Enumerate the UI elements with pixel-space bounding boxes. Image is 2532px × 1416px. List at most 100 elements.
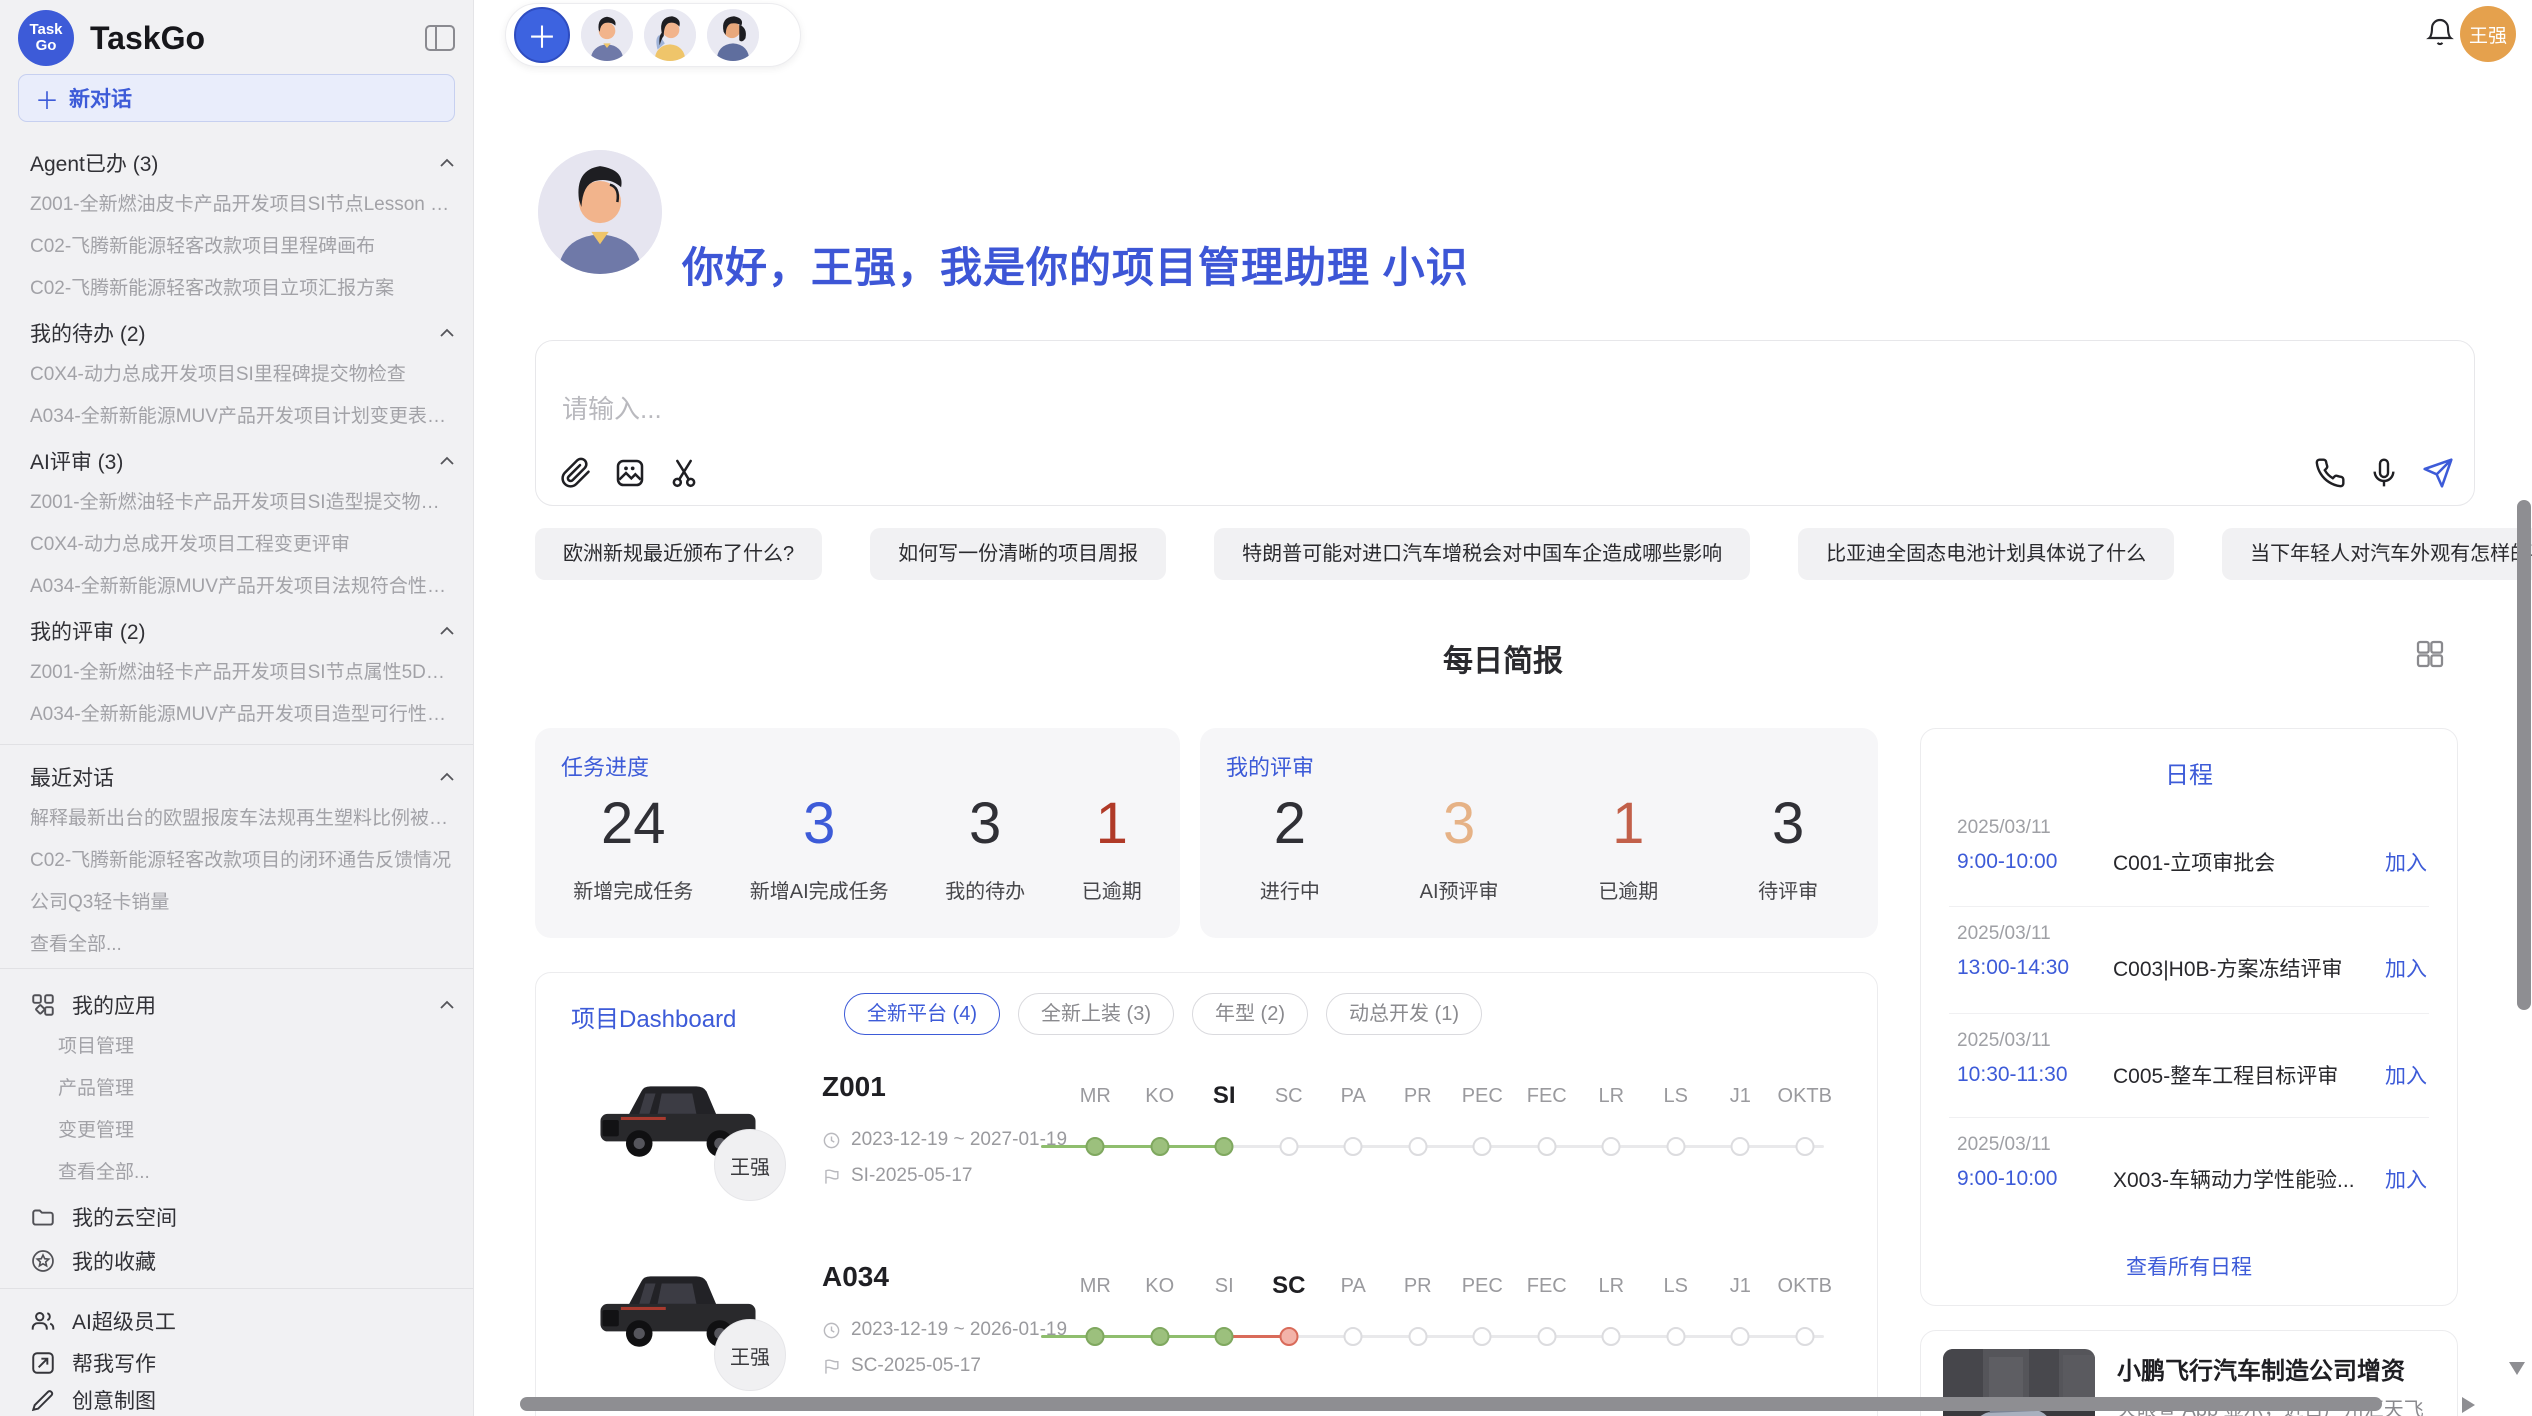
agent-avatar-3[interactable] [707,9,759,61]
filter-chip[interactable]: 年型 (2) [1192,993,1308,1035]
collapse-panel-icon[interactable] [425,25,455,51]
join-link[interactable]: 加入 [2385,847,2427,877]
sidebar-item[interactable]: Z001-全新燃油轻卡产品开发项目SI造型提交物评审 [30,482,455,524]
daily-briefing-title: 每日简报 [474,636,2532,680]
help-write-label: 帮我写作 [72,1348,156,1378]
sidebar-item[interactable]: A034-全新新能源MUV产品开发项目计划变更表编写 [30,396,455,438]
project-row-a034[interactable]: 王强 A034 2023-12-19 ~ 2026-01-19 SC-2025-… [536,1235,1877,1416]
sidebar-item[interactable]: C0X4-动力总成开发项目SI里程碑提交物检查 [30,354,455,396]
sidebar-item[interactable]: C0X4-动力总成开发项目工程变更评审 [30,524,455,566]
image-icon[interactable] [614,457,646,489]
horizontal-scrollbar-thumb[interactable] [520,1397,2382,1411]
recent-chat-item[interactable]: 解释最新出台的欧盟报废车法规再生塑料比例被调至15%... [30,798,455,840]
milestone-label: SC [1257,1079,1322,1113]
section-header-my-todo[interactable]: 我的待办 (2) [30,312,455,354]
section-title: AI评审 (3) [30,446,123,476]
project-row-z001[interactable]: 王强 Z001 2023-12-19 ~ 2027-01-19 SI-2025-… [536,1045,1877,1233]
assistant-avatar [538,150,662,274]
suggestion-chip[interactable]: 如何写一份清晰的项目周报 [870,528,1166,580]
sidebar-item-ai-staff[interactable]: AI超级员工 [30,1300,455,1342]
stat-value: 3 [1420,790,1499,857]
recent-chat-item[interactable]: C02-飞腾新能源轻客改款项目的闭环通告反馈情况 [30,840,455,882]
sidebar-item-my-apps[interactable]: 我的应用 [30,984,455,1026]
section-header-ai-review[interactable]: AI评审 (3) [30,440,455,482]
milestone-dot-done [1215,1137,1234,1156]
new-chat-button[interactable]: ＋ 新对话 [18,74,455,122]
bell-icon[interactable] [2424,16,2456,48]
stat-label: 已逾期 [1082,875,1142,904]
schedule-date: 2025/03/11 [1957,1134,2051,1156]
suggestion-chip[interactable]: 比亚迪全固态电池计划具体说了什么 [1798,528,2174,580]
apps-view-all[interactable]: 查看全部... [58,1152,455,1194]
stat-value: 3 [1758,790,1818,857]
user-avatar[interactable]: 王强 [2460,6,2516,62]
scroll-right-arrow[interactable] [2462,1397,2475,1413]
join-link[interactable]: 加入 [2385,1164,2427,1194]
section-title: 我的待办 (2) [30,318,146,348]
suggestion-chip[interactable]: 欧洲新规最近颁布了什么? [535,528,822,580]
sidebar-item-help-write[interactable]: 帮我写作 [30,1342,455,1384]
project-dates-text: 2023-12-19 ~ 2027-01-19 [851,1129,1067,1151]
section-header-agent-done[interactable]: Agent已办 (3) [30,142,455,184]
suggestion-chip[interactable]: 特朗普可能对进口汽车增税会对中国车企造成哪些影响 [1214,528,1750,580]
milestone-label: SI [1192,1269,1257,1303]
scroll-down-arrow[interactable] [2509,1362,2525,1375]
sidebar-item[interactable]: Z001-全新燃油皮卡产品开发项目SI节点Lesson Learn报告 [30,184,455,226]
vertical-scrollbar-thumb[interactable] [2517,500,2531,1010]
sidebar-item-creative-draw[interactable]: 创意制图 [30,1384,455,1416]
send-icon[interactable] [2422,457,2454,489]
schedule-title: 日程 [1921,755,2457,790]
add-agent-button[interactable]: ＋ [514,7,570,63]
chevron-up-icon [439,328,455,338]
section-header-recent[interactable]: 最近对话 [30,756,455,798]
schedule-name: C001-立项审批会 [2113,847,2373,877]
recent-chat-item[interactable]: 公司Q3轻卡销量 [30,882,455,924]
sidebar-item[interactable]: Z001-全新燃油轻卡产品开发项目SI节点属性5D文件评审 [30,652,455,694]
join-link[interactable]: 加入 [2385,1060,2427,1090]
schedule-time: 9:00-10:00 [1957,850,2113,874]
milestone-progress-line [1041,1145,1223,1148]
milestone-track: MR KO SI SC PA PR PEC FEC LR LS J1 OKTB [1063,1079,1838,1199]
paperclip-icon[interactable] [560,457,592,489]
scissors-icon[interactable] [668,457,700,489]
agent-avatar-1[interactable] [581,9,633,61]
sidebar-item[interactable]: C02-飞腾新能源轻客改款项目立项汇报方案 [30,268,455,310]
sidebar-item-cloud-space[interactable]: 我的云空间 [30,1196,455,1238]
app-item-project-mgmt[interactable]: 项目管理 [58,1026,455,1068]
sidebar-item[interactable]: A034-全新新能源MUV产品开发项目造型可行性评审 [30,694,455,736]
sidebar-item-favorites[interactable]: 我的收藏 [30,1240,455,1282]
app-item-change-mgmt[interactable]: 变更管理 [58,1110,455,1152]
sidebar-item[interactable]: C02-飞腾新能源轻客改款项目里程碑画布 [30,226,455,268]
milestone-label: PA [1321,1269,1386,1303]
recent-view-all[interactable]: 查看全部... [30,924,455,966]
join-link[interactable]: 加入 [2385,953,2427,983]
owner-name: 王强 [730,1151,770,1180]
suggestion-chip[interactable]: 当下年轻人对汽车外观有怎样的喜好趋势 [2222,528,2532,580]
app-item-product-mgmt[interactable]: 产品管理 [58,1068,455,1110]
milestone-label: LS [1644,1079,1709,1113]
stat-value: 2 [1260,790,1320,857]
dashboard-filters: 全新平台 (4) 全新上装 (3) 年型 (2) 动总开发 (1) [844,993,1482,1035]
phone-icon[interactable] [2314,457,2346,489]
stat: 2进行中 [1260,790,1320,904]
agent-avatar-2[interactable] [644,9,696,61]
sidebar-item[interactable]: A034-全新新能源MUV产品开发项目法规符合性评审 [30,566,455,608]
milestone-dot [1538,1137,1557,1156]
milestone-dot [1538,1327,1557,1346]
chat-input[interactable] [560,393,1764,426]
view-all-schedule-link[interactable]: 查看所有日程 [1921,1251,2457,1281]
milestone-label: PEC [1450,1079,1515,1113]
schedule-row: 13:00-14:30 C003|H0B-方案冻结评审 加入 [1957,953,2427,983]
filter-chip-selected[interactable]: 全新平台 (4) [844,993,1000,1035]
stat: 1已逾期 [1082,790,1142,904]
milestone-dot [1409,1327,1428,1346]
flag-icon [822,1357,841,1376]
filter-chip[interactable]: 动总开发 (1) [1326,993,1482,1035]
mic-icon[interactable] [2368,457,2400,489]
filter-chip[interactable]: 全新上装 (3) [1018,993,1174,1035]
milestone-dot [1344,1137,1363,1156]
cloud-space-label: 我的云空间 [72,1202,177,1232]
section-header-my-review[interactable]: 我的评审 (2) [30,610,455,652]
milestone-progress-line [1041,1335,1223,1338]
layout-grid-icon[interactable] [2414,638,2446,670]
